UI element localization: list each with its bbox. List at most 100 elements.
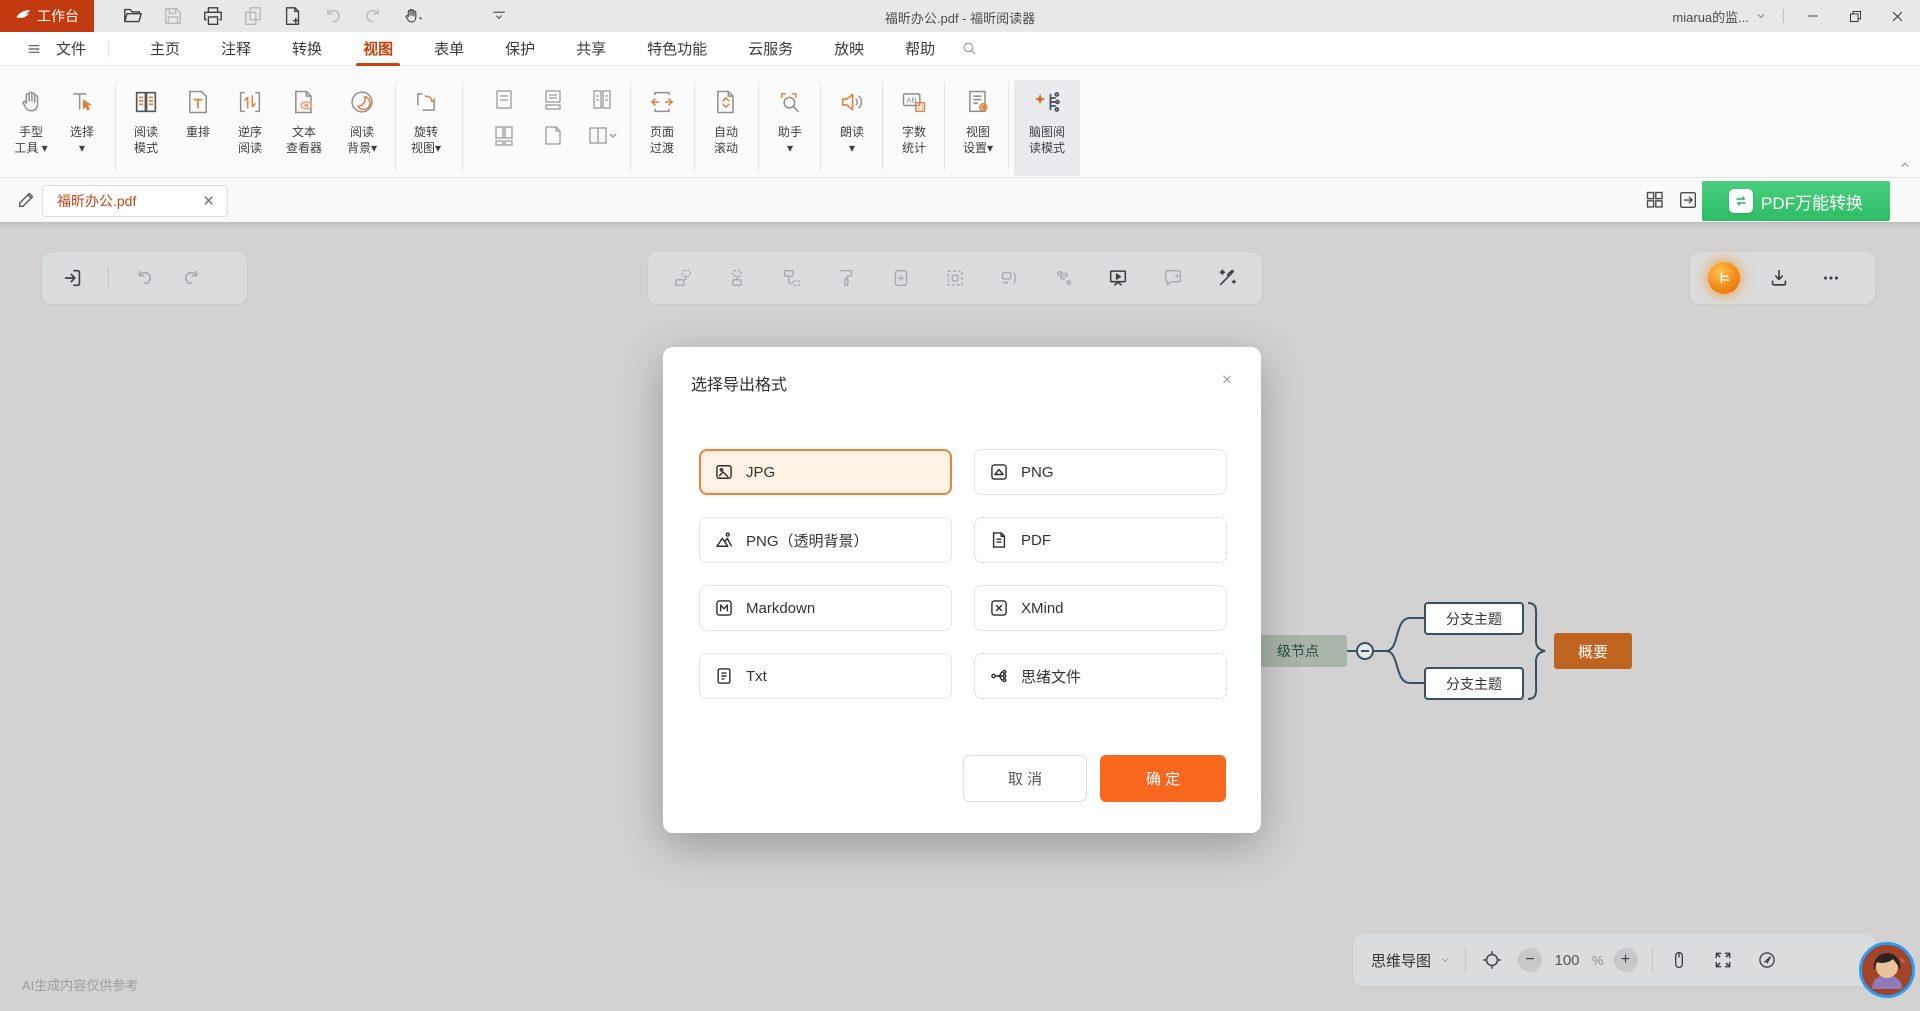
menu-comment[interactable]: 注释 xyxy=(221,38,251,59)
split-view-icon[interactable] xyxy=(577,124,626,148)
menu-home[interactable]: 主页 xyxy=(150,38,180,59)
dialog-close-icon[interactable] xyxy=(1215,367,1239,391)
export-option-txt[interactable]: Txt xyxy=(699,653,952,699)
menu-features[interactable]: 特色功能 xyxy=(647,38,707,59)
insert-icon[interactable] xyxy=(888,265,914,291)
divider xyxy=(108,267,109,289)
assistant-avatar[interactable] xyxy=(1859,942,1915,998)
center-map-icon[interactable] xyxy=(1480,948,1504,972)
ribbon-hand-tool[interactable]: 手型 工具 ▾ xyxy=(5,84,57,156)
fullscreen-icon[interactable] xyxy=(1711,948,1735,972)
pdf-convert-button[interactable]: PDF万能转换 xyxy=(1702,181,1890,221)
export-option-xmind[interactable]: XMind xyxy=(974,585,1227,631)
exit-mindmap-icon[interactable] xyxy=(60,265,86,291)
tab-close-icon[interactable]: ✕ xyxy=(200,192,217,211)
ribbon-word-count[interactable]: AB 字数 统计 xyxy=(888,84,940,156)
grid-view-icon[interactable] xyxy=(1644,189,1665,211)
facing-layout-icon[interactable] xyxy=(577,88,626,112)
ai-comment-icon[interactable] xyxy=(1160,265,1186,291)
search-icon[interactable] xyxy=(961,40,978,57)
ribbon-read-aloud[interactable]: 朗读 ▾ xyxy=(826,84,878,156)
export-option-jpg[interactable]: JPG xyxy=(699,449,952,495)
edit-pencil-icon[interactable] xyxy=(16,188,38,210)
presentation-icon[interactable] xyxy=(1105,265,1131,291)
minimize-button[interactable] xyxy=(1800,3,1826,29)
menu-view[interactable]: 视图 xyxy=(363,38,393,59)
add-parent-node-icon[interactable] xyxy=(724,265,750,291)
undo-button[interactable] xyxy=(322,5,344,27)
ribbon-read-mode[interactable]: 阅读 模式 xyxy=(120,84,172,156)
menu-help[interactable]: 帮助 xyxy=(905,38,935,59)
node-style-icon[interactable] xyxy=(996,265,1022,291)
mindmap-undo-button[interactable] xyxy=(131,265,157,291)
export-option-pdf[interactable]: PDF xyxy=(974,517,1227,563)
new-document-button[interactable] xyxy=(282,5,304,27)
document-tab[interactable]: 福昕办公.pdf ✕ xyxy=(42,185,228,217)
hand-icon xyxy=(5,84,57,120)
hand-tool-button[interactable] xyxy=(402,5,424,27)
menu-present[interactable]: 放映 xyxy=(834,38,864,59)
menu-form[interactable]: 表单 xyxy=(434,38,464,59)
menu-cloud[interactable]: 云服务 xyxy=(748,38,793,59)
print-button[interactable] xyxy=(202,5,224,27)
account-menu[interactable]: miarua的监... xyxy=(1672,7,1767,26)
ribbon-view-settings[interactable]: 视图 设置▾ xyxy=(950,84,1006,156)
ribbon-reflow[interactable]: 重排 xyxy=(172,84,224,140)
ribbon-mindmap-read-mode[interactable]: 脑图阅 读模式 xyxy=(1014,84,1080,156)
ribbon-rotate-view[interactable]: 旋转 视图▾ xyxy=(398,84,454,156)
zoom-out-button[interactable]: − xyxy=(1518,948,1542,972)
ribbon-text-viewer[interactable]: 文本 查看器 xyxy=(274,84,334,156)
ribbon-select-tool[interactable]: 选择 ▾ xyxy=(56,84,108,156)
mindmap-collapsed-node[interactable]: 级节点 xyxy=(1249,635,1347,667)
menu-share[interactable]: 共享 xyxy=(576,38,606,59)
facing-continuous-layout-icon[interactable] xyxy=(480,124,529,148)
mindmap-branch-node[interactable]: 分支主题 xyxy=(1424,602,1524,635)
ribbon-assistant[interactable]: 助手 ▾ xyxy=(764,84,816,156)
add-sibling-node-icon[interactable] xyxy=(670,265,696,291)
snapshot-button[interactable] xyxy=(242,5,264,27)
save-button[interactable] xyxy=(162,5,184,27)
add-child-node-icon[interactable] xyxy=(779,265,805,291)
mindmap-collapse-button[interactable] xyxy=(1356,642,1374,660)
export-option-png[interactable]: PNG xyxy=(974,449,1227,495)
menu-convert[interactable]: 转换 xyxy=(292,38,322,59)
mindmap-redo-button[interactable] xyxy=(179,265,205,291)
ribbon-collapse-icon[interactable] xyxy=(1898,158,1912,172)
mindmap-summary-node[interactable]: 概要 xyxy=(1554,633,1632,669)
select-area-icon[interactable] xyxy=(942,265,968,291)
export-option-markdown[interactable]: Markdown xyxy=(699,585,952,631)
hamburger-icon[interactable] xyxy=(26,41,42,57)
download-icon[interactable] xyxy=(1766,265,1792,291)
export-option-png-transparent[interactable]: PNG（透明背景） xyxy=(699,517,952,563)
mouse-mode-icon[interactable] xyxy=(1667,948,1691,972)
restore-button[interactable] xyxy=(1842,3,1868,29)
redo-button[interactable] xyxy=(362,5,384,27)
svg-text:AB: AB xyxy=(906,96,916,105)
diagram-type-dropdown[interactable]: 思维导图 xyxy=(1371,950,1451,971)
zoom-in-button[interactable]: + xyxy=(1614,948,1638,972)
ai-beautify-icon[interactable] xyxy=(1214,265,1240,291)
format-brush-icon[interactable] xyxy=(833,265,859,291)
cancel-button[interactable]: 取 消 xyxy=(963,755,1087,802)
ribbon-page-transition[interactable]: 页面 过渡 xyxy=(636,84,688,156)
menu-protect[interactable]: 保护 xyxy=(505,38,535,59)
reading-layout-icon[interactable] xyxy=(1677,189,1699,211)
mindmap-branch-node[interactable]: 分支主题 xyxy=(1424,667,1524,700)
export-option-mind-file[interactable]: 思绪文件 xyxy=(974,653,1227,699)
close-button[interactable] xyxy=(1884,3,1910,29)
workspace-button[interactable]: 工作台 xyxy=(0,0,94,32)
single-page-layout-icon[interactable] xyxy=(480,88,529,112)
mindmap-brand-icon[interactable] xyxy=(1708,262,1740,294)
open-file-button[interactable] xyxy=(122,5,144,27)
more-options-icon[interactable] xyxy=(1818,265,1844,291)
page-curl-layout-icon[interactable] xyxy=(529,124,578,148)
feedback-icon[interactable] xyxy=(1755,948,1779,972)
toolbar-collapse-icon[interactable] xyxy=(490,7,508,25)
ribbon-auto-scroll[interactable]: 自动 滚动 xyxy=(700,84,752,156)
ribbon-reverse-reading[interactable]: 逆序 阅读 xyxy=(224,84,276,156)
continuous-layout-icon[interactable] xyxy=(529,88,578,112)
ribbon-reading-background[interactable]: 阅读 背景▾ xyxy=(334,84,390,156)
relation-line-icon[interactable] xyxy=(1051,265,1077,291)
confirm-button[interactable]: 确 定 xyxy=(1100,755,1226,802)
menu-file[interactable]: 文件 xyxy=(56,38,86,59)
